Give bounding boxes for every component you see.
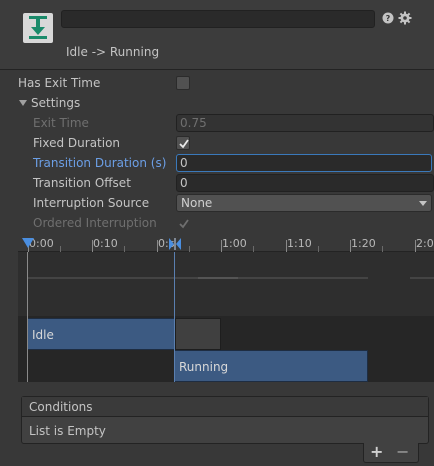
- conditions-header: Conditions: [22, 397, 428, 417]
- conditions-footer: + −: [363, 443, 419, 463]
- exit-marker-line: [27, 252, 28, 382]
- help-icon[interactable]: ?: [381, 11, 395, 25]
- conditions-list: Conditions List is Empty: [21, 396, 429, 444]
- checkmark-icon: [179, 219, 189, 229]
- timeline-ruler[interactable]: 0:00 0:10 0:s 1:00 1:10 1:20 2:0: [18, 234, 434, 252]
- transition-offset-field[interactable]: 0: [176, 174, 434, 192]
- transition-timeline[interactable]: 0:00 0:10 0:s 1:00 1:10 1:20 2:0 Idle Ru…: [18, 234, 434, 382]
- row-exit-time: Exit Time 0.75: [0, 113, 434, 133]
- checkmark-icon: [179, 139, 189, 149]
- transition-asset-icon: [23, 13, 53, 43]
- settings-label[interactable]: Settings: [31, 96, 80, 110]
- conditions-empty-text: List is Empty: [29, 424, 106, 438]
- tick-label: 2:0: [416, 237, 434, 250]
- conditions-title: Conditions: [29, 400, 93, 414]
- start-marker-icon[interactable]: [22, 238, 34, 250]
- settings-foldout[interactable]: Settings: [0, 93, 434, 113]
- running-state-bar[interactable]: Running: [174, 350, 368, 382]
- row-interruption-source: Interruption Source None: [0, 193, 434, 213]
- row-transition-duration: Transition Duration (s) 0: [0, 153, 434, 173]
- exit-time-field: 0.75: [176, 114, 434, 132]
- has-exit-time-checkbox[interactable]: [176, 76, 190, 90]
- ordered-interruption-label: Ordered Interruption: [33, 216, 157, 230]
- row-transition-offset: Transition Offset 0: [0, 173, 434, 193]
- svg-text:?: ?: [386, 14, 391, 23]
- row-has-exit-time: Has Exit Time: [0, 73, 434, 93]
- tick-label: 1:20: [351, 237, 376, 250]
- ordered-interruption-checkbox: [176, 216, 190, 230]
- interruption-source-value: None: [181, 196, 213, 210]
- transition-offset-label: Transition Offset: [33, 176, 131, 190]
- remove-condition-button[interactable]: −: [396, 443, 409, 461]
- transition-duration-label: Transition Duration (s): [33, 156, 167, 170]
- tick-label: 0:10: [93, 237, 118, 250]
- inspector-header: ? Idle -> Running: [0, 0, 434, 70]
- row-ordered-interruption: Ordered Interruption: [0, 213, 434, 233]
- interruption-source-dropdown[interactable]: None: [176, 194, 432, 212]
- dropdown-arrow-icon: [419, 201, 427, 206]
- idle-state-bar[interactable]: Idle: [27, 318, 175, 350]
- tick-label: 1:00: [222, 237, 247, 250]
- row-fixed-duration: Fixed Duration: [0, 133, 434, 153]
- timeline-bars-area: Idle Running: [18, 316, 434, 382]
- idle-state-label: Idle: [32, 328, 54, 342]
- fixed-duration-label: Fixed Duration: [33, 136, 121, 150]
- transition-duration-field[interactable]: 0: [176, 154, 432, 172]
- exit-time-label: Exit Time: [33, 116, 89, 130]
- transition-title: Idle -> Running: [66, 45, 160, 59]
- tick-label: 1:10: [287, 237, 312, 250]
- gear-icon[interactable]: [398, 11, 412, 25]
- interruption-source-label: Interruption Source: [33, 196, 150, 210]
- running-state-label: Running: [179, 360, 229, 374]
- transition-handle-icon[interactable]: [169, 238, 181, 250]
- foldout-arrow-icon[interactable]: [19, 100, 27, 106]
- add-condition-button[interactable]: +: [370, 443, 383, 461]
- has-exit-time-label: Has Exit Time: [18, 76, 101, 90]
- idle-state-extension: [175, 318, 221, 350]
- timeline-curve-area: [18, 252, 434, 316]
- fixed-duration-checkbox[interactable]: [176, 136, 190, 150]
- transition-name-field[interactable]: [61, 10, 375, 28]
- transition-marker-line: [174, 252, 175, 382]
- weight-curve: [28, 277, 434, 279]
